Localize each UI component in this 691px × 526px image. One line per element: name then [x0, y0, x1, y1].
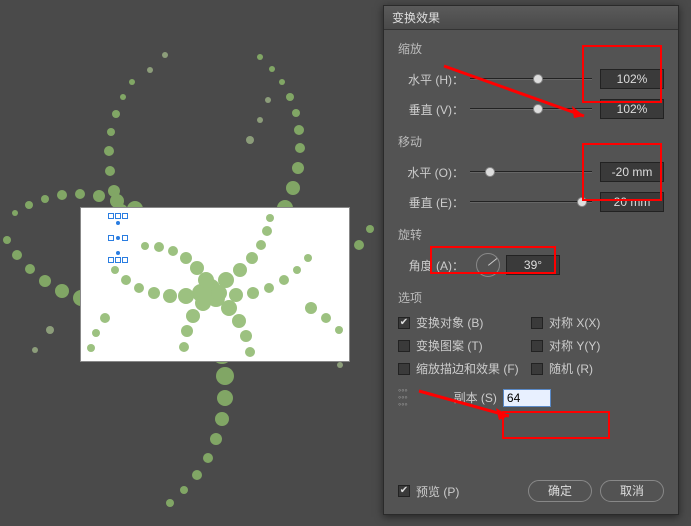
- random-checkbox[interactable]: 随机 (R): [531, 360, 664, 377]
- scale-h-value[interactable]: 102%: [600, 69, 664, 89]
- scale-title: 缩放: [398, 40, 664, 57]
- move-v-slider[interactable]: [470, 195, 592, 209]
- options-section: 选项 变换对象 (B) 对称 X(X) 变换图案 (T) 对称 Y(Y) 缩放描…: [398, 289, 664, 408]
- checkbox-icon: [531, 340, 543, 352]
- scale-v-slider[interactable]: [470, 102, 592, 116]
- canvas-area: [0, 0, 380, 523]
- artboard[interactable]: [80, 207, 350, 362]
- move-v-value[interactable]: 20 mm: [600, 192, 664, 212]
- move-h-value[interactable]: -20 mm: [600, 162, 664, 182]
- transform-object-checkbox[interactable]: 变换对象 (B): [398, 314, 531, 331]
- move-h-slider[interactable]: [470, 165, 592, 179]
- checkbox-icon: [398, 317, 410, 329]
- transform-pattern-checkbox[interactable]: 变换图案 (T): [398, 337, 531, 354]
- scale-section: 缩放 水平 (H)： 102% 垂直 (V)： 102%: [398, 40, 664, 123]
- scale-v-value[interactable]: 102%: [600, 99, 664, 119]
- scale-v-label: 垂直 (V)：: [398, 101, 464, 118]
- move-section: 移动 水平 (O)： -20 mm 垂直 (E)： 20 mm: [398, 133, 664, 216]
- reflect-x-checkbox[interactable]: 对称 X(X): [531, 314, 664, 331]
- copies-label: 副本 (S): [454, 389, 497, 406]
- angle-value[interactable]: 39°: [506, 255, 560, 275]
- scale-h-label: 水平 (H)：: [398, 71, 464, 88]
- preview-checkbox[interactable]: 预览 (P): [398, 483, 459, 500]
- rotate-title: 旋转: [398, 226, 664, 243]
- scale-h-slider[interactable]: [470, 72, 592, 86]
- checkbox-icon: [398, 485, 410, 497]
- checkbox-icon: [531, 363, 543, 375]
- selection-box[interactable]: [111, 216, 125, 260]
- dialog-titlebar[interactable]: 变换效果: [384, 6, 678, 30]
- copies-input[interactable]: [503, 389, 551, 407]
- move-title: 移动: [398, 133, 664, 150]
- dialog-title: 变换效果: [392, 9, 440, 26]
- angle-label: 角度 (A)：: [398, 257, 464, 274]
- move-v-label: 垂直 (E)：: [398, 194, 464, 211]
- checkbox-icon: [398, 340, 410, 352]
- rotate-section: 旋转 角度 (A)： 39°: [398, 226, 664, 279]
- ok-button[interactable]: 确定: [528, 480, 592, 502]
- checkbox-icon: [531, 317, 543, 329]
- scale-strokes-checkbox[interactable]: 缩放描边和效果 (F): [398, 360, 531, 377]
- reflect-y-checkbox[interactable]: 对称 Y(Y): [531, 337, 664, 354]
- transform-effect-dialog: 变换效果 缩放 水平 (H)： 102% 垂直 (V)： 102% 移动 水平 (O…: [383, 5, 679, 515]
- checkbox-icon: [398, 363, 410, 375]
- cancel-button[interactable]: 取消: [600, 480, 664, 502]
- move-h-label: 水平 (O)：: [398, 164, 464, 181]
- options-title: 选项: [398, 289, 664, 306]
- angle-dial[interactable]: [476, 253, 500, 277]
- reference-point-icon[interactable]: ◦◦◦◦◦◦◦◦◦: [398, 387, 408, 408]
